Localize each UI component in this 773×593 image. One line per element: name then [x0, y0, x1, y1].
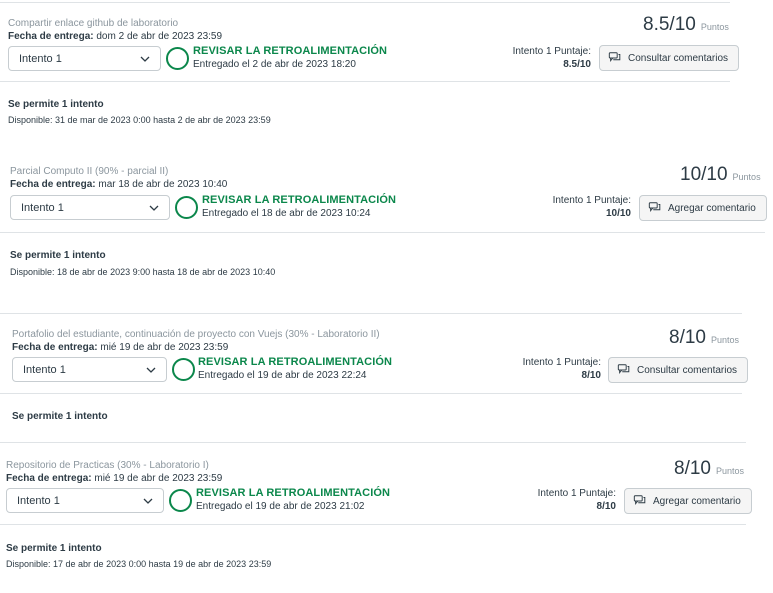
chevron-down-icon	[146, 367, 156, 373]
due-label: Fecha de entrega:	[10, 179, 96, 190]
assignment-title: Portafolio del estudiante, continuación …	[12, 329, 380, 340]
due-date: Fecha de entrega: dom 2 de abr de 2023 2…	[8, 31, 222, 42]
due-label: Fecha de entrega:	[8, 31, 94, 42]
attempt-score-label: Intento 1 Puntaje:	[512, 46, 591, 57]
score-display: 8/10 Puntos	[674, 458, 744, 480]
score-value: 8/10	[674, 458, 711, 479]
score-value: 10/10	[680, 164, 728, 185]
score-display: 10/10 Puntos	[680, 164, 761, 186]
feedback-status-icon	[169, 489, 192, 512]
attempt-score-label: Intento 1 Puntaje:	[552, 195, 631, 206]
due-date: Fecha de entrega: mié 19 de abr de 2023 …	[12, 342, 228, 353]
chevron-down-icon	[149, 205, 159, 211]
view-comments-button[interactable]: Consultar comentarios	[608, 357, 749, 383]
submitted-date: Entregado el 19 de abr de 2023 22:24	[198, 370, 367, 381]
assignment-title: Compartir enlace github de laboratorio	[8, 18, 179, 29]
due-date: Fecha de entrega: mié 19 de abr de 2023 …	[6, 473, 222, 484]
feedback-status-icon	[175, 196, 198, 219]
attempts-allowed: Se permite 1 intento	[10, 250, 106, 261]
feedback-status-icon	[166, 47, 189, 70]
points-unit: Puntos	[710, 335, 740, 345]
due-date: Fecha de entrega: mar 18 de abr de 2023 …	[10, 179, 227, 190]
attempt-score-value: 8.5/10	[563, 59, 591, 70]
review-feedback-link[interactable]: REVISAR LA RETROALIMENTACIÓN	[202, 194, 396, 206]
review-feedback-link[interactable]: REVISAR LA RETROALIMENTACIÓN	[198, 356, 392, 368]
attempt-score-value: 10/10	[605, 208, 631, 219]
attempts-allowed: Se permite 1 intento	[8, 99, 104, 110]
attempt-select[interactable]: Intento 1	[10, 195, 170, 220]
submitted-date: Entregado el 2 de abr de 2023 18:20	[193, 59, 356, 70]
feedback-status-icon	[172, 358, 195, 381]
attempt-select-value: Intento 1	[19, 52, 62, 65]
add-comment-button[interactable]: Agregar comentario	[639, 195, 767, 221]
availability: Disponible: 31 de mar de 2023 0:00 hasta…	[8, 115, 271, 125]
assignment-title: Repositorio de Practicas (30% - Laborato…	[6, 460, 209, 471]
due-value: mié 19 de abr de 2023 23:59	[94, 473, 223, 484]
attempts-allowed: Se permite 1 intento	[12, 411, 108, 422]
due-value: dom 2 de abr de 2023 23:59	[96, 31, 223, 42]
attempt-select[interactable]: Intento 1	[12, 357, 167, 382]
button-label: Agregar comentario	[653, 495, 741, 507]
attempt-score-value: 8/10	[596, 501, 616, 512]
attempt-score-label: Intento 1 Puntaje:	[537, 488, 616, 499]
submitted-date: Entregado el 18 de abr de 2023 10:24	[202, 208, 371, 219]
add-comment-button[interactable]: Agregar comentario	[624, 488, 752, 514]
attempt-score-value: 8/10	[581, 370, 601, 381]
score-display: 8/10 Puntos	[669, 327, 739, 349]
button-label: Agregar comentario	[668, 202, 756, 214]
due-label: Fecha de entrega:	[6, 473, 92, 484]
submitted-date: Entregado el 19 de abr de 2023 21:02	[196, 501, 365, 512]
attempt-select[interactable]: Intento 1	[8, 46, 161, 71]
score-display: 8.5/10 Puntos	[643, 14, 729, 36]
button-label: Consultar comentarios	[628, 52, 729, 64]
attempt-score-label: Intento 1 Puntaje:	[522, 357, 601, 368]
points-unit: Puntos	[700, 22, 729, 32]
comments-icon	[648, 202, 661, 212]
attempts-allowed: Se permite 1 intento	[6, 543, 102, 554]
due-value: mar 18 de abr de 2023 10:40	[98, 179, 228, 190]
button-label: Consultar comentarios	[637, 364, 738, 376]
chevron-down-icon	[140, 56, 150, 62]
review-feedback-link[interactable]: REVISAR LA RETROALIMENTACIÓN	[193, 45, 387, 57]
due-label: Fecha de entrega:	[12, 342, 98, 353]
view-comments-button[interactable]: Consultar comentarios	[599, 45, 740, 71]
due-value: mié 19 de abr de 2023 23:59	[100, 342, 229, 353]
points-unit: Puntos	[732, 172, 761, 182]
comments-icon	[617, 364, 630, 374]
comments-icon	[608, 52, 621, 62]
attempt-select-value: Intento 1	[23, 363, 66, 376]
points-unit: Puntos	[715, 466, 745, 476]
chevron-down-icon	[143, 498, 153, 504]
comments-icon	[633, 495, 646, 505]
availability: Disponible: 18 de abr de 2023 9:00 hasta…	[10, 267, 276, 277]
score-value: 8/10	[669, 327, 706, 348]
availability: Disponible: 17 de abr de 2023 0:00 hasta…	[6, 559, 272, 569]
attempt-select-value: Intento 1	[17, 494, 60, 507]
attempt-select-value: Intento 1	[21, 201, 64, 214]
review-feedback-link[interactable]: REVISAR LA RETROALIMENTACIÓN	[196, 487, 390, 499]
score-value: 8.5/10	[643, 14, 696, 35]
assignment-title: Parcial Computo II (90% - parcial II)	[10, 166, 169, 177]
attempt-select[interactable]: Intento 1	[6, 488, 164, 513]
